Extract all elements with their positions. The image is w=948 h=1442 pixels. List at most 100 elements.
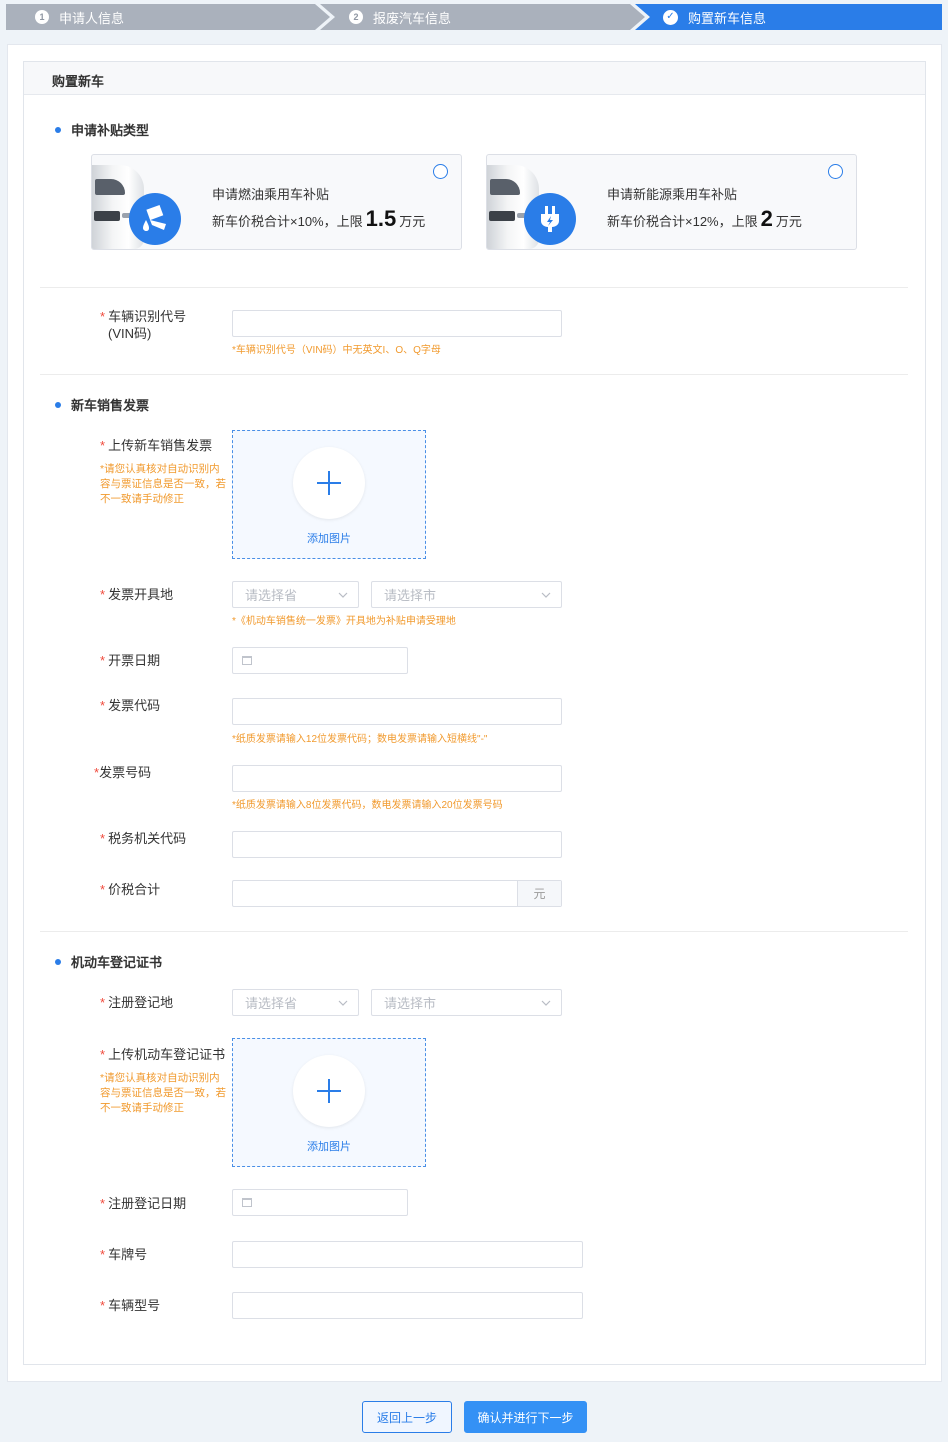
subsidy-card-title: 申请新能源乘用车补贴 bbox=[607, 187, 738, 202]
vin-hint: *车辆识别代号（VIN码）中无英文I、O、Q字母 bbox=[232, 345, 441, 356]
add-image-text: 添加图片 bbox=[307, 1141, 351, 1153]
required-mark: * bbox=[100, 1047, 106, 1062]
required-mark: * bbox=[100, 1247, 106, 1262]
subsidy-card-desc: 新车价税合计×10%，上限 1.5 万元 bbox=[212, 206, 425, 232]
required-mark: * bbox=[100, 653, 106, 668]
label-text: 车牌号 bbox=[108, 1247, 148, 1262]
registration-province-select[interactable]: 请选择省 bbox=[232, 989, 359, 1016]
step-scrapped-car-info[interactable]: 2 报废汽车信息 bbox=[349, 4, 451, 30]
registration-place-label: * 注册登记地 bbox=[100, 994, 173, 1011]
steps-bar: 1 申请人信息 2 报废汽车信息 ✓ 购置新车信息 bbox=[0, 0, 948, 32]
panel-title: 购置新车 bbox=[52, 74, 105, 89]
subsidy-amount: 2 bbox=[760, 206, 773, 231]
add-image-text: 添加图片 bbox=[307, 533, 351, 545]
plate-number-input[interactable] bbox=[232, 1241, 583, 1268]
total-price-label: * 价税合计 bbox=[100, 881, 160, 898]
label-text: 发票代码 bbox=[108, 698, 161, 713]
subsidy-fuel-radio[interactable] bbox=[433, 164, 448, 179]
subsidy-card-title: 申请燃油乘用车补贴 bbox=[212, 187, 330, 202]
select-placeholder: 请选择市 bbox=[384, 588, 437, 603]
label-text: 发票号码 bbox=[99, 765, 152, 780]
invoice-date-picker[interactable] bbox=[232, 647, 408, 674]
panel-header: 购置新车 bbox=[24, 62, 925, 95]
label-text: 上传机动车登记证书 bbox=[108, 1047, 226, 1062]
invoice-number-hint: *纸质发票请输入8位发票代码，数电发票请输入20位发票号码 bbox=[232, 800, 503, 811]
registration-city-select[interactable]: 请选择市 bbox=[371, 989, 562, 1016]
invoice-code-input[interactable] bbox=[232, 698, 562, 725]
vehicle-model-input[interactable] bbox=[232, 1292, 583, 1319]
label-text: 车辆型号 bbox=[108, 1298, 161, 1313]
registration-upload-label: * 上传机动车登记证书 bbox=[100, 1046, 225, 1063]
required-mark: * bbox=[100, 995, 106, 1010]
step-label: 报废汽车信息 bbox=[373, 10, 452, 26]
invoice-place-hint: *《机动车销售统一发票》开具地为补贴申请受理地 bbox=[232, 616, 456, 627]
chevron-down-icon bbox=[338, 592, 348, 598]
registration-upload-area[interactable]: 添加图片 bbox=[232, 1038, 426, 1167]
label-text: 开票日期 bbox=[108, 653, 161, 668]
subsidy-rate-text: 新车价税合计×10%，上限 bbox=[212, 214, 363, 229]
registration-upload-note: *请您认真核对自动识别内容与票证信息是否一致，若不一致请手动修正 bbox=[100, 1072, 226, 1114]
vin-label-sub: (VIN码) bbox=[108, 326, 152, 341]
section-title-text: 新车销售发票 bbox=[71, 398, 150, 413]
label-text: 注册登记地 bbox=[108, 995, 174, 1010]
subsidy-card-new-energy[interactable]: 申请新能源乘用车补贴 新车价税合计×12%，上限 2 万元 bbox=[486, 154, 857, 250]
invoice-upload-area[interactable]: 添加图片 bbox=[232, 430, 426, 559]
section-title-invoice: 新车销售发票 bbox=[55, 395, 149, 414]
invoice-upload-note: *请您认真核对自动识别内容与票证信息是否一致，若不一致请手动修正 bbox=[100, 463, 226, 505]
divider bbox=[40, 931, 908, 932]
subsidy-card-desc: 新车价税合计×12%，上限 2 万元 bbox=[607, 206, 802, 232]
back-button[interactable]: 返回上一步 bbox=[362, 1401, 452, 1433]
required-mark: * bbox=[100, 831, 106, 846]
registration-date-label: * 注册登记日期 bbox=[100, 1195, 186, 1212]
step-new-car-info[interactable]: ✓ 购置新车信息 bbox=[663, 4, 766, 30]
plus-icon bbox=[293, 447, 365, 519]
invoice-province-select[interactable]: 请选择省 bbox=[232, 581, 359, 608]
required-mark: * bbox=[100, 438, 106, 453]
invoice-date-label: * 开票日期 bbox=[100, 652, 160, 669]
label-text: 税务机关代码 bbox=[108, 831, 187, 846]
electric-plug-icon bbox=[524, 193, 576, 245]
subsidy-rate-text: 新车价税合计×12%，上限 bbox=[607, 214, 758, 229]
tax-office-input[interactable] bbox=[232, 831, 562, 858]
bullet-dot bbox=[55, 401, 61, 408]
section-title-registration: 机动车登记证书 bbox=[55, 952, 162, 971]
required-mark: * bbox=[100, 587, 106, 602]
required-mark: * bbox=[100, 309, 106, 324]
section-title-subsidy-type: 申请补贴类型 bbox=[55, 120, 149, 139]
label-text: 发票开具地 bbox=[108, 587, 174, 602]
required-mark: * bbox=[100, 1196, 106, 1211]
tax-office-label: * 税务机关代码 bbox=[100, 830, 186, 847]
step-number-2: 2 bbox=[349, 10, 363, 24]
invoice-place-label: * 发票开具地 bbox=[100, 586, 173, 603]
required-mark: * bbox=[100, 698, 106, 713]
section-title-text: 申请补贴类型 bbox=[71, 123, 150, 138]
invoice-city-select[interactable]: 请选择市 bbox=[371, 581, 562, 608]
select-placeholder: 请选择省 bbox=[245, 588, 298, 603]
invoice-number-label: *发票号码 bbox=[94, 764, 151, 781]
chevron-down-icon bbox=[338, 1000, 348, 1006]
label-text: 价税合计 bbox=[108, 882, 161, 897]
plate-number-label: * 车牌号 bbox=[100, 1246, 147, 1263]
step-number-1: 1 bbox=[35, 10, 49, 24]
required-mark: * bbox=[100, 1298, 106, 1313]
vin-label: * 车辆识别代号 bbox=[100, 308, 186, 325]
divider bbox=[40, 287, 908, 288]
subsidy-new-energy-radio[interactable] bbox=[828, 164, 843, 179]
confirm-next-button[interactable]: 确认并进行下一步 bbox=[464, 1401, 587, 1433]
label-text: 上传新车销售发票 bbox=[108, 438, 213, 453]
registration-date-picker[interactable] bbox=[232, 1189, 408, 1216]
step-label: 申请人信息 bbox=[59, 10, 125, 26]
invoice-number-input[interactable] bbox=[232, 765, 562, 792]
divider bbox=[40, 374, 908, 375]
calendar-icon bbox=[242, 656, 252, 665]
step-applicant-info[interactable]: 1 申请人信息 bbox=[35, 4, 124, 30]
vehicle-model-label: * 车辆型号 bbox=[100, 1297, 160, 1314]
steps-background bbox=[6, 4, 942, 30]
total-price-input[interactable]: 元 bbox=[232, 880, 562, 907]
subsidy-unit: 万元 bbox=[775, 214, 802, 229]
select-placeholder: 请选择市 bbox=[384, 996, 437, 1011]
subsidy-card-fuel[interactable]: 申请燃油乘用车补贴 新车价税合计×10%，上限 1.5 万元 bbox=[91, 154, 462, 250]
chevron-down-icon bbox=[541, 1000, 551, 1006]
subsidy-amount: 1.5 bbox=[365, 206, 397, 231]
vin-input[interactable] bbox=[232, 310, 562, 337]
